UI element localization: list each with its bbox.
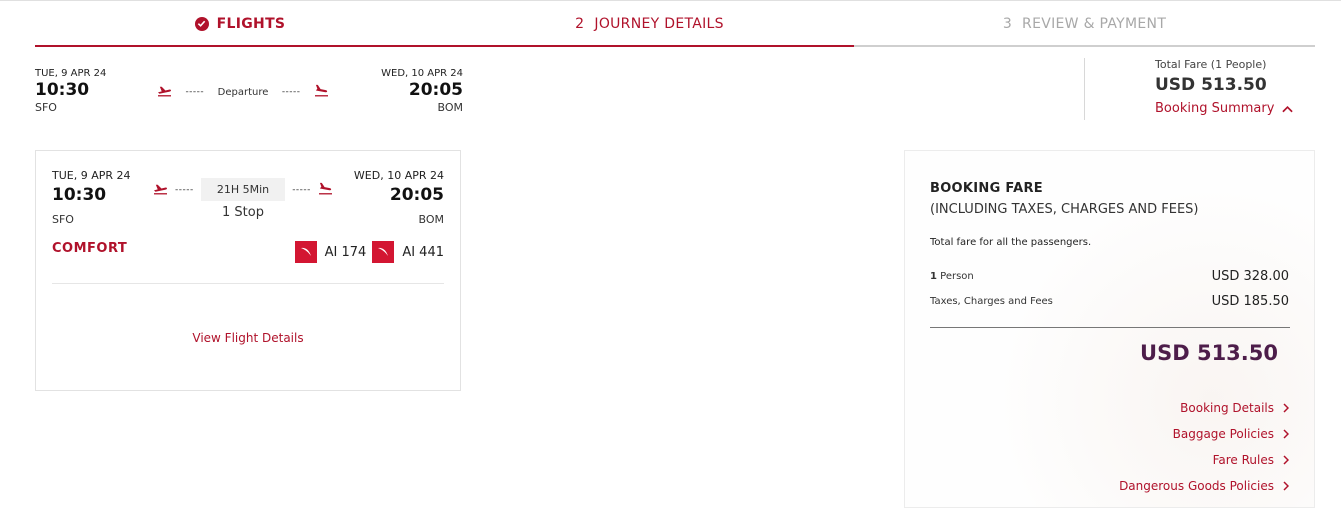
fare-row-person: 1 Person USD 328.00 [930, 269, 1290, 284]
cabin-class: COMFORT [52, 241, 128, 256]
step-journey-details-label: JOURNEY DETAILS [594, 15, 724, 32]
step-flights[interactable]: FLIGHTS [35, 0, 445, 47]
air-india-logo-icon [294, 241, 317, 263]
person-amount: USD 328.00 [1211, 269, 1289, 284]
flight-numbers: AI 174 AI 441 [294, 241, 444, 263]
step-number: 2 [575, 15, 585, 32]
fare-total-amount: USD 513.50 [1140, 341, 1278, 365]
fare-divider [930, 327, 1290, 328]
flight-number: AI 441 [402, 244, 444, 260]
flight-duration: 21H 5Min [200, 178, 286, 201]
chevron-right-icon [1283, 403, 1289, 413]
fare-note: Total fare for all the passengers. [930, 237, 1092, 248]
fare-rules-link[interactable]: Fare Rules [1119, 447, 1289, 473]
card-departure-airport: SFO [52, 213, 74, 226]
plane-landing-icon [314, 84, 329, 100]
flight-number: AI 174 [324, 244, 367, 260]
baggage-policies-link[interactable]: Baggage Policies [1119, 421, 1289, 447]
booking-fare-title: BOOKING FARE [930, 181, 1043, 196]
departure-date: TUE, 9 APR 24 [35, 68, 107, 79]
route-dashes: ----- [292, 184, 311, 195]
arrival-date: WED, 10 APR 24 [381, 68, 463, 79]
step-number: 3 [1002, 15, 1013, 32]
view-flight-details-link[interactable]: View Flight Details [36, 331, 460, 345]
step-review-payment-label: REVIEW & PAYMENT [1022, 15, 1167, 32]
chevron-right-icon [1283, 455, 1289, 465]
card-divider [52, 283, 444, 284]
fare-row-taxes: Taxes, Charges and Fees USD 185.50 [930, 294, 1290, 309]
card-arrival-date: WED, 10 APR 24 [353, 169, 444, 182]
route-indicator: ----- Departure ----- [157, 84, 329, 100]
departure-label: Departure [217, 86, 269, 98]
chevron-right-icon [1283, 481, 1289, 491]
card-route: ----- 21H 5Min ----- 1 Stop [153, 178, 333, 220]
card-departure-time: 10:30 [52, 185, 107, 205]
booking-details-label: Booking Details [1180, 401, 1274, 415]
plane-takeoff-icon [157, 84, 172, 100]
journey-summary: TUE, 9 APR 24 10:30 SFO ----- Departure … [35, 68, 463, 116]
dangerous-goods-policies-label: Dangerous Goods Policies [1119, 479, 1274, 493]
dangerous-goods-policies-link[interactable]: Dangerous Goods Policies [1119, 473, 1289, 499]
person-text: Person [940, 271, 974, 282]
fare-rules-label: Fare Rules [1212, 453, 1274, 467]
check-circle-icon [194, 16, 209, 31]
booking-fare-subtitle: (INCLUDING TAXES, CHARGES AND FEES) [930, 202, 1199, 217]
total-fare-value: USD 513.50 [1155, 75, 1267, 95]
booking-details-link[interactable]: Booking Details [1119, 395, 1289, 421]
total-fare-label: Total Fare (1 People) [1155, 58, 1267, 71]
step-journey-details[interactable]: 2 JOURNEY DETAILS [445, 0, 854, 47]
progress-bar-completed [35, 45, 854, 47]
step-review-payment[interactable]: 3 REVIEW & PAYMENT [854, 0, 1315, 47]
person-label: 1 Person [930, 271, 974, 282]
route-dashes: ----- [175, 184, 194, 195]
card-departure-date: TUE, 9 APR 24 [52, 169, 131, 182]
departure-time: 10:30 [35, 80, 90, 100]
departure-airport: SFO [35, 101, 57, 114]
chevron-up-icon [1282, 105, 1294, 112]
route-dashes: ----- [281, 87, 301, 97]
plane-landing-icon [318, 180, 333, 199]
plane-takeoff-icon [153, 180, 168, 199]
step-flights-label: FLIGHTS [216, 15, 286, 32]
baggage-policies-label: Baggage Policies [1172, 427, 1274, 441]
air-india-logo-icon [372, 241, 395, 263]
vertical-divider [1084, 58, 1085, 120]
card-arrival-airport: BOM [418, 213, 444, 226]
fare-links: Booking Details Baggage Policies Fare Ru… [1119, 395, 1289, 499]
route-dashes: ----- [185, 87, 205, 97]
booking-fare-panel: BOOKING FARE (INCLUDING TAXES, CHARGES A… [904, 150, 1315, 508]
stops-count: 1 Stop [222, 205, 264, 220]
taxes-amount: USD 185.50 [1211, 294, 1289, 309]
booking-summary-toggle[interactable]: Booking Summary [1130, 101, 1315, 116]
person-count: 1 [930, 271, 937, 282]
card-arrival-time: 20:05 [389, 185, 444, 205]
taxes-label: Taxes, Charges and Fees [930, 296, 1053, 307]
chevron-right-icon [1283, 429, 1289, 439]
arrival-airport: BOM [437, 101, 463, 114]
booking-summary-label: Booking Summary [1155, 101, 1275, 116]
progress-stepper: FLIGHTS 2 JOURNEY DETAILS 3 REVIEW & PAY… [35, 0, 1315, 47]
arrival-time: 20:05 [408, 80, 463, 100]
progress-bar-remaining [854, 45, 1315, 47]
total-fare-box: Total Fare (1 People) USD 513.50 Booking… [1130, 58, 1315, 116]
flight-card: TUE, 9 APR 24 10:30 SFO ----- 21H 5Min -… [35, 150, 461, 391]
